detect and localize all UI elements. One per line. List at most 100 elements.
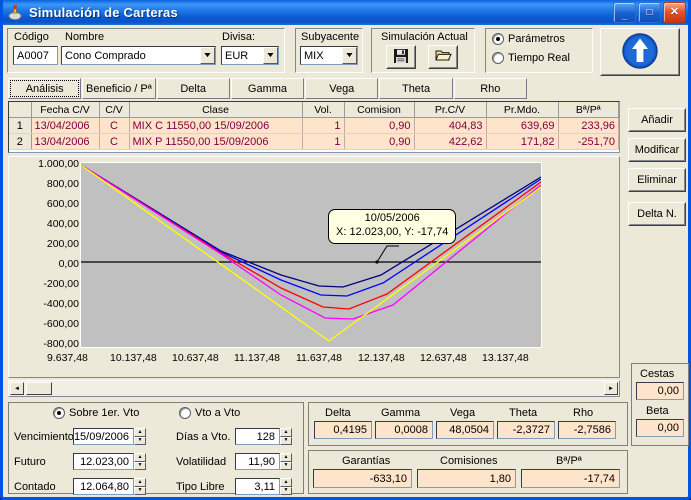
table-row[interactable]: 2 13/04/2006 C MIX P 11550,00 15/09/2006… xyxy=(9,133,619,150)
cell-prcv: 422,62 xyxy=(414,133,487,150)
divisa-combo[interactable]: EUR ▼ xyxy=(221,46,279,65)
tipo-libre-input[interactable]: 3,11 xyxy=(235,478,280,495)
anadir-button[interactable]: Añadir xyxy=(628,108,686,132)
tab-beneficio[interactable]: Beneficio / Pª xyxy=(82,78,156,99)
cell-prmdo: 171,82 xyxy=(486,133,559,150)
tab-label: Vega xyxy=(329,82,355,95)
tab-delta[interactable]: Delta xyxy=(156,78,230,99)
col-vol[interactable]: Vol. xyxy=(302,102,345,118)
simulacion-actual-label: Simulación Actual xyxy=(381,31,468,43)
series-hoy xyxy=(81,164,541,288)
tooltip-date: 10/05/2006 xyxy=(364,212,420,224)
scroll-right-button[interactable]: ► xyxy=(604,382,618,395)
cell-byp: -251,70 xyxy=(558,133,619,150)
cell-rownum: 1 xyxy=(9,117,32,134)
go-up-button[interactable] xyxy=(600,28,680,76)
gamma-value: 0,0008 xyxy=(375,421,433,439)
y-tick-label: 400,00 xyxy=(46,218,79,230)
modificar-button[interactable]: Modificar xyxy=(628,138,686,162)
byp-label: Bª/Pª xyxy=(556,455,582,467)
codigo-input[interactable]: A0007 xyxy=(13,46,58,65)
col-cv[interactable]: C/V xyxy=(99,102,130,118)
y-tick-label: 200,00 xyxy=(46,238,79,250)
scroll-left-button[interactable]: ◄ xyxy=(10,382,24,395)
col-prmdo[interactable]: Pr.Mdo. xyxy=(486,102,559,118)
tab-rho[interactable]: Rho xyxy=(453,78,527,99)
divisa-value: EUR xyxy=(225,49,249,62)
y-tick-label: 0,00 xyxy=(58,258,79,270)
tab-label: Gamma xyxy=(247,82,288,95)
col-clase[interactable]: Clase xyxy=(129,102,303,118)
futuro-input[interactable]: 12.023,00 xyxy=(73,453,134,470)
cell-cv: C xyxy=(99,133,130,150)
right-arrow-icon: ► xyxy=(608,385,614,392)
col-fecha[interactable]: Fecha C/V xyxy=(31,102,100,118)
cell-clase: MIX C 11550,00 15/09/2006 xyxy=(129,117,303,134)
codigo-label: Código xyxy=(14,31,49,43)
cell-comision: 0,90 xyxy=(344,117,415,134)
radio-tiempo-real-label: Tiempo Real xyxy=(508,52,570,64)
radio-tiempo-real[interactable]: Tiempo Real xyxy=(492,52,570,64)
button-label: Modificar xyxy=(634,144,680,156)
x-tick-label: 13.137,48 xyxy=(482,352,529,364)
cell-fecha: 13/04/2006 xyxy=(31,117,100,134)
close-button[interactable]: ✕ xyxy=(663,2,686,23)
delta-n-button[interactable]: Delta N. xyxy=(628,202,686,226)
cell-comision: 0,90 xyxy=(344,133,415,150)
col-comision[interactable]: Comision xyxy=(344,102,415,118)
tipo-libre-stepper[interactable]: ▲ ▼ xyxy=(280,478,292,495)
left-arrow-icon: ◄ xyxy=(14,385,20,392)
tab-vega[interactable]: Vega xyxy=(305,78,379,99)
save-button[interactable] xyxy=(386,45,416,69)
contado-stepper[interactable]: ▲ ▼ xyxy=(134,478,146,495)
minimize-button[interactable]: _ xyxy=(613,2,636,23)
volatilidad-input[interactable]: 11,90 xyxy=(235,453,280,470)
col-rownum[interactable] xyxy=(9,102,32,118)
maximize-button[interactable]: □ xyxy=(638,2,661,23)
cell-cv: C xyxy=(99,117,130,134)
vencimiento-input[interactable]: 15/09/2006 xyxy=(73,428,134,445)
radio-vto-a-vto[interactable]: Vto a Vto xyxy=(179,407,240,419)
col-byp[interactable]: Bª/Pª xyxy=(558,102,619,118)
application-window: Simulación de Carteras _ □ ✕ Código Nomb… xyxy=(0,0,691,500)
cell-clase: MIX P 11550,00 15/09/2006 xyxy=(129,133,303,150)
tab-gamma[interactable]: Gamma xyxy=(230,78,305,99)
series-t3 xyxy=(81,164,541,320)
tab-theta[interactable]: Theta xyxy=(379,78,453,99)
x-tick-label: 12.637,48 xyxy=(420,352,467,364)
window-title: Simulación de Carteras xyxy=(29,5,178,20)
contado-input[interactable]: 12.064,80 xyxy=(73,478,134,495)
radio-sobre-1er-vto[interactable]: Sobre 1er. Vto xyxy=(53,407,139,419)
tooltip-coords: X: 12.023,00, Y: -17,74 xyxy=(336,225,449,238)
nombre-combo[interactable]: Cono Comprado ▼ xyxy=(61,46,216,65)
eliminar-button[interactable]: Eliminar xyxy=(628,168,686,192)
chart-scrollbar[interactable]: ◄ ► xyxy=(8,380,620,397)
vega-value: 48,0504 xyxy=(436,421,494,439)
analysis-chart[interactable]: 1.000,00 800,00 600,00 400,00 200,00 0,0… xyxy=(8,156,620,378)
scrollbar-thumb[interactable] xyxy=(26,382,52,395)
tab-strip: Análisis Beneficio / Pª Delta Gamma Vega… xyxy=(8,78,528,99)
contado-label: Contado xyxy=(14,481,56,493)
dias-stepper[interactable]: ▲ ▼ xyxy=(280,428,292,445)
col-prcv[interactable]: Pr.C/V xyxy=(414,102,487,118)
tab-label: Theta xyxy=(401,82,431,95)
vencimiento-stepper[interactable]: ▲ ▼ xyxy=(134,428,146,445)
tab-analisis[interactable]: Análisis xyxy=(8,78,82,99)
radio-parametros[interactable]: Parámetros xyxy=(492,33,565,45)
chevron-down-icon[interactable]: ▼ xyxy=(200,47,215,64)
y-tick-label: -400,00 xyxy=(43,298,79,310)
close-icon: ✕ xyxy=(669,6,680,18)
chevron-down-icon[interactable]: ▼ xyxy=(263,47,278,64)
subyacente-combo[interactable]: MIX ▼ xyxy=(300,46,358,65)
chevron-down-icon[interactable]: ▼ xyxy=(342,47,357,64)
table-row[interactable]: 1 13/04/2006 C MIX C 11550,00 15/09/2006… xyxy=(9,117,619,134)
y-tick-label: -800,00 xyxy=(43,338,79,350)
volatilidad-stepper[interactable]: ▲ ▼ xyxy=(280,453,292,470)
positions-grid[interactable]: Fecha C/V C/V Clase Vol. Comision Pr.C/V… xyxy=(8,101,620,153)
dias-a-vto-input[interactable]: 128 xyxy=(235,428,280,445)
open-button[interactable] xyxy=(428,45,458,69)
futuro-stepper[interactable]: ▲ ▼ xyxy=(134,453,146,470)
button-label: Eliminar xyxy=(637,174,677,186)
series-vencimiento xyxy=(81,164,541,342)
rho-value: -2,7586 xyxy=(558,421,616,439)
